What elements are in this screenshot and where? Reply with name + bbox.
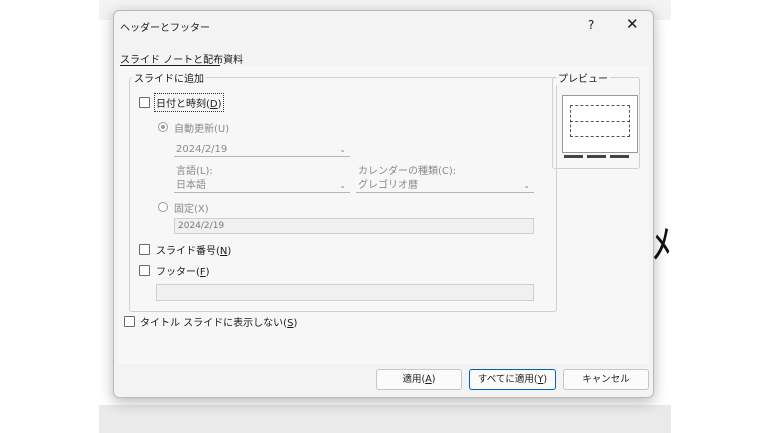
apply-to-all-button[interactable]: すべてに適用(Y) xyxy=(469,369,556,390)
fixed-date-value: 2024/2/19 xyxy=(178,221,225,231)
fixed-date-label[interactable]: 固定(X) xyxy=(174,200,209,215)
background-right xyxy=(671,0,770,433)
auto-update-radio[interactable] xyxy=(158,122,168,132)
date-format-dropdown[interactable]: 2024/2/19 ⌄ xyxy=(174,143,350,157)
preview-thumbnail xyxy=(560,93,639,158)
background-left xyxy=(0,0,99,433)
calendar-type-value: グレゴリオ暦 xyxy=(358,180,418,191)
chevron-down-icon: ⌄ xyxy=(523,181,530,190)
chevron-down-icon: ⌄ xyxy=(339,181,346,190)
chevron-down-icon: ⌄ xyxy=(339,145,346,154)
help-button[interactable]: ? xyxy=(588,18,594,32)
calendar-type-label: カレンダーの種類(C): xyxy=(358,166,457,177)
slide-number-checkbox[interactable] xyxy=(139,244,150,255)
dont-show-title-label[interactable]: タイトル スライドに表示しない(S) xyxy=(140,314,297,329)
fixed-date-textbox[interactable]: 2024/2/19 xyxy=(174,218,534,234)
cancel-button[interactable]: キャンセル xyxy=(563,369,649,390)
background-slide-text: ﾒ xyxy=(652,222,672,268)
date-time-label[interactable]: 日付と時刻(D) xyxy=(154,93,224,112)
calendar-type-dropdown[interactable]: グレゴリオ暦 ⌄ xyxy=(356,179,534,193)
preview-slide-frame xyxy=(562,95,638,153)
tab-notes-handouts[interactable]: スライド ノートと配布資料 xyxy=(120,51,243,66)
preview-footer-right xyxy=(610,155,629,158)
language-dropdown[interactable]: 日本語 ⌄ xyxy=(174,179,350,193)
preview-footer-center xyxy=(587,155,606,158)
footer-label[interactable]: フッター(F) xyxy=(156,263,210,278)
footer-checkbox[interactable] xyxy=(139,265,150,276)
auto-update-label[interactable]: 自動更新(U) xyxy=(174,120,229,135)
preview-body-placeholder xyxy=(570,121,630,124)
date-format-value: 2024/2/19 xyxy=(176,144,228,155)
notes-area-background xyxy=(99,405,671,433)
header-footer-dialog: ヘッダーとフッター ? ✕ スライド ノートと配布資料 スライドに追加 日付と時… xyxy=(113,10,654,398)
close-icon[interactable]: ✕ xyxy=(626,15,639,33)
apply-button[interactable]: 適用(A) xyxy=(376,369,462,390)
slide-number-label[interactable]: スライド番号(N) xyxy=(156,242,231,257)
date-time-checkbox[interactable] xyxy=(139,97,150,108)
fixed-date-radio[interactable] xyxy=(158,202,168,212)
footer-textbox[interactable] xyxy=(156,284,534,301)
dialog-title: ヘッダーとフッター xyxy=(120,23,210,34)
language-value: 日本語 xyxy=(176,180,206,191)
language-label: 言語(L): xyxy=(176,166,213,177)
preview-footer-left xyxy=(564,155,583,158)
preview-legend: プレビュー xyxy=(556,70,610,85)
include-group-legend: スライドに追加 xyxy=(132,70,206,85)
dont-show-title-checkbox[interactable] xyxy=(124,316,135,327)
